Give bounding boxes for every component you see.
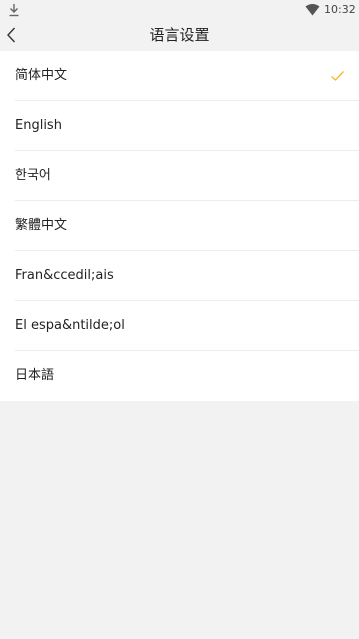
language-item-simplified-chinese[interactable]: 简体中文 (0, 51, 359, 101)
language-list: 简体中文 English 한국어 繁體中文 Fran&ccedil;ais El… (0, 51, 359, 401)
language-label: El espa&ntilde;ol (15, 318, 125, 333)
language-item-french[interactable]: Fran&ccedil;ais (0, 251, 359, 301)
wifi-icon (305, 4, 320, 16)
language-item-korean[interactable]: 한국어 (0, 151, 359, 201)
language-label: English (15, 118, 62, 133)
language-item-english[interactable]: English (0, 101, 359, 151)
status-time: 10:32 (324, 3, 356, 16)
download-icon (9, 4, 19, 17)
nav-bar: 语言设置 (0, 20, 359, 51)
page-title: 语言设置 (149, 26, 210, 44)
checkmark-icon (331, 71, 344, 81)
language-label: 繁體中文 (15, 218, 68, 233)
language-label: 한국어 (15, 168, 51, 183)
language-label: 简体中文 (15, 68, 68, 83)
status-bar: 10:32 (0, 0, 359, 20)
language-label: 日本語 (15, 368, 55, 383)
language-item-spanish[interactable]: El espa&ntilde;ol (0, 301, 359, 351)
language-item-traditional-chinese[interactable]: 繁體中文 (0, 201, 359, 251)
language-item-japanese[interactable]: 日本語 (0, 351, 359, 401)
language-label: Fran&ccedil;ais (15, 268, 114, 283)
